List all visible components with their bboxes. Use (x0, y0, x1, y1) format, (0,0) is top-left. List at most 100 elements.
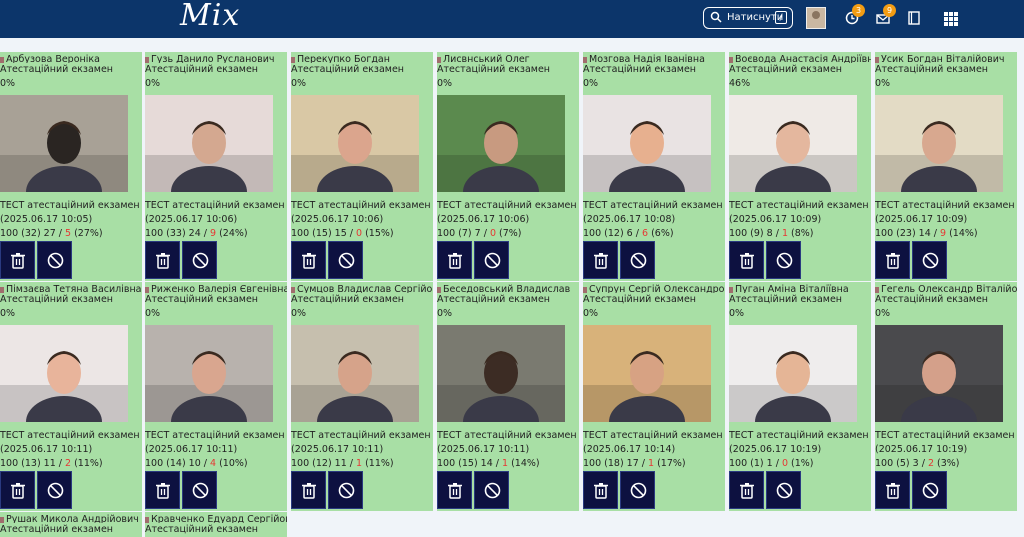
exam-card: Перекупко Богдан Атестаційний екзамен 0% ТЕ… (291, 52, 433, 281)
exam-type: Атестаційний екзамен (583, 294, 696, 305)
student-name: Кравченко Едуард Сергійович (145, 513, 287, 523)
webcam-snapshot (437, 325, 565, 422)
test-date: (2025.06.17 10:06) (437, 214, 530, 225)
block-button[interactable] (766, 471, 801, 509)
delete-button[interactable] (729, 471, 764, 509)
delete-button[interactable] (437, 471, 472, 509)
webcam-snapshot (729, 325, 857, 422)
delete-button[interactable] (145, 471, 180, 509)
test-score: 100 (14) 10 / 4 (10%) (145, 458, 248, 469)
delete-button[interactable] (0, 241, 35, 279)
top-bar: Mix Натиснути / 3 9 (0, 0, 1024, 38)
delete-button[interactable] (0, 471, 35, 509)
exam-type: Атестаційний екзамен (291, 64, 404, 75)
block-icon (630, 482, 647, 499)
progress-percent: 0% (875, 78, 891, 89)
test-score: 100 (9) 8 / 1 (8%) (729, 228, 814, 239)
test-date: (2025.06.17 10:11) (0, 444, 93, 455)
notes-button[interactable] (908, 10, 924, 26)
delete-button[interactable] (291, 471, 326, 509)
user-avatar[interactable] (806, 7, 826, 29)
block-icon (776, 252, 793, 269)
block-icon (338, 252, 355, 269)
exam-type: Атестаційний екзамен (291, 294, 404, 305)
student-photo-icon (437, 56, 441, 63)
block-button[interactable] (912, 471, 947, 509)
delete-button[interactable] (583, 241, 618, 279)
apps-grid-icon[interactable] (944, 12, 958, 26)
student-photo-icon (583, 56, 587, 63)
block-button[interactable] (474, 471, 509, 509)
student-name: Мозгова Надія Іванівна (583, 53, 725, 63)
block-button[interactable] (182, 471, 217, 509)
student-name: Воєвода Анастасія Андріївна (729, 53, 871, 63)
test-date: (2025.06.17 10:05) (0, 214, 93, 225)
wrong-count: 2 (65, 458, 72, 469)
exam-card: Гегель Олександр ВіталійовичАтестаційний… (875, 282, 1017, 511)
block-button[interactable] (328, 241, 363, 279)
wrong-count: 1 (648, 458, 655, 469)
block-icon (922, 252, 939, 269)
block-button[interactable] (620, 241, 655, 279)
student-name: Лисвнський Олег (437, 53, 579, 63)
exam-card: Супрун Сергій ОлександровичАтестаційний … (583, 282, 725, 511)
exam-card: Риженко Валерія Євгенівна Атестаційний ек… (145, 282, 287, 511)
block-button[interactable] (37, 471, 72, 509)
webcam-snapshot (145, 325, 273, 422)
test-score: 100 (15) 15 / 0 (15%) (291, 228, 394, 239)
test-title: ТЕСТ атестаційний екзамен 2025 (291, 430, 433, 441)
block-button[interactable] (474, 241, 509, 279)
block-button[interactable] (912, 241, 947, 279)
trash-icon (302, 253, 316, 269)
student-name: Рушак Микола Андрійович (0, 513, 142, 523)
delete-button[interactable] (145, 241, 180, 279)
block-button[interactable] (766, 241, 801, 279)
test-score: 100 (15) 14 / 1 (14%) (437, 458, 540, 469)
delete-button[interactable] (875, 241, 910, 279)
student-name: Гузь Данило Русланович (145, 53, 287, 63)
student-photo-icon (0, 286, 4, 293)
progress-percent: 0% (437, 308, 453, 319)
block-button[interactable] (37, 241, 72, 279)
trash-icon (594, 253, 608, 269)
delete-button[interactable] (583, 471, 618, 509)
block-button[interactable] (328, 471, 363, 509)
block-button[interactable] (182, 241, 217, 279)
exam-card: Кравченко Едуард СергійовичАтестаційний … (145, 512, 287, 537)
test-score: 100 (12) 11 / 1 (11%) (291, 458, 394, 469)
block-button[interactable] (620, 471, 655, 509)
test-date: (2025.06.17 10:19) (875, 444, 968, 455)
webcam-snapshot (145, 95, 273, 192)
exam-cards-grid: Арбузова Вероніка Атестаційний екзамен 0% Т… (0, 52, 1024, 537)
search-button[interactable]: Натиснути / (703, 7, 793, 29)
progress-percent: 0% (291, 78, 307, 89)
exam-type: Атестаційний екзамен (437, 294, 550, 305)
webcam-snapshot (291, 95, 419, 192)
delete-button[interactable] (291, 241, 326, 279)
delete-button[interactable] (875, 471, 910, 509)
trash-icon (740, 483, 754, 499)
test-score: 100 (12) 6 / 6 (6%) (583, 228, 674, 239)
test-date: (2025.06.17 10:11) (291, 444, 384, 455)
student-photo-icon (145, 516, 149, 523)
test-title: ТЕСТ атестаційний екзамен 2025 (145, 200, 287, 211)
student-photo-icon (729, 286, 733, 293)
block-icon (630, 252, 647, 269)
test-score: 100 (7) 7 / 0 (7%) (437, 228, 522, 239)
progress-percent: 46% (729, 78, 751, 89)
test-date: (2025.06.17 10:08) (583, 214, 676, 225)
exam-type: Атестаційний екзамен (875, 294, 988, 305)
delete-button[interactable] (729, 241, 764, 279)
webcam-snapshot (0, 325, 128, 422)
delete-button[interactable] (437, 241, 472, 279)
student-name: Пуган Аміна Віталіївна (729, 283, 871, 293)
progress-percent: 0% (583, 78, 599, 89)
block-icon (47, 252, 64, 269)
student-name: Супрун Сергій Олександрович (583, 283, 725, 293)
app-logo[interactable]: Mix (180, 0, 240, 33)
exam-type: Атестаційний екзамен (437, 64, 550, 75)
student-photo-icon (437, 286, 441, 293)
block-icon (922, 482, 939, 499)
exam-card: Беседовський Владислав Атестаційний екзам… (437, 282, 579, 511)
student-photo-icon (0, 56, 4, 63)
